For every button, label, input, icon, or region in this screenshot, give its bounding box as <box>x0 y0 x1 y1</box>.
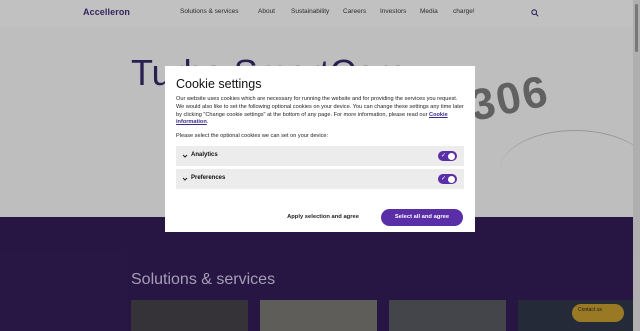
option-row-analytics[interactable]: Analytics ✓ <box>176 146 464 166</box>
description-text: Our website uses cookies which are neces… <box>176 96 464 118</box>
chevron-down-icon[interactable] <box>182 176 188 182</box>
dialog-description: Our website uses cookies which are neces… <box>176 96 464 127</box>
description-end: . <box>206 119 209 126</box>
dialog-title: Cookie settings <box>176 77 262 91</box>
cookie-settings-dialog: Cookie settings Our website uses cookies… <box>165 66 475 232</box>
preferences-toggle[interactable]: ✓ <box>438 174 457 184</box>
check-icon: ✓ <box>441 176 447 182</box>
toggle-knob <box>448 175 455 183</box>
option-row-preferences[interactable]: Preferences ✓ <box>176 169 464 189</box>
toggle-knob <box>448 152 455 160</box>
option-label-analytics: Analytics <box>191 152 218 158</box>
select-all-button[interactable]: Select all and agree <box>381 209 463 226</box>
apply-selection-button[interactable]: Apply selection and agree <box>283 209 363 225</box>
check-icon: ✓ <box>441 153 447 159</box>
chevron-down-icon[interactable] <box>182 153 188 159</box>
analytics-toggle[interactable]: ✓ <box>438 151 457 161</box>
select-prompt: Please select the optional cookies we ca… <box>176 133 329 140</box>
option-label-preferences: Preferences <box>191 175 226 181</box>
